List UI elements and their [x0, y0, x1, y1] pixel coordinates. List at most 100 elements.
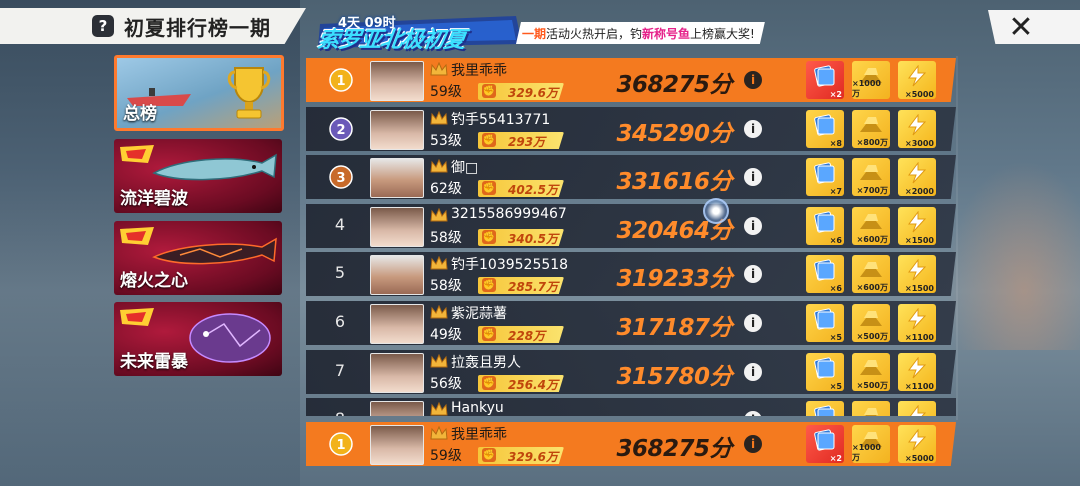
reward-quantity: ×3000 [905, 139, 934, 148]
card-pack-icon [814, 259, 835, 281]
reward-item-gold[interactable]: ×500万 [852, 304, 890, 342]
page-title: 初夏排行榜一期 [124, 15, 271, 40]
player-name: 钓手55413771 [451, 112, 551, 128]
score-value: 368275分 [616, 72, 732, 98]
leaderboard-row[interactable]: 4 3215586999467 58级 ✊ 340.5万 320464分 i ×… [306, 204, 956, 248]
reward-quantity: ×1000万 [852, 79, 881, 98]
avatar[interactable] [370, 61, 424, 101]
close-button[interactable]: ✕ [988, 10, 1080, 44]
card-pack-icon [814, 429, 835, 451]
info-button[interactable]: i [744, 314, 762, 332]
reward-item-energy[interactable]: ×2000 [898, 158, 936, 196]
reward-item-energy[interactable]: ×1500 [898, 255, 936, 293]
reward-item-gold[interactable]: ×1000万 [852, 425, 890, 463]
tab-label: 未来雷暴 [120, 352, 188, 372]
event-name: 索罗亚北极初夏 [315, 28, 467, 53]
lightning-icon [908, 308, 927, 330]
tab-weilai-leibao[interactable]: 未来雷暴 [114, 302, 282, 376]
reward-quantity: ×1000万 [852, 443, 881, 462]
reward-item-card[interactable]: ×2 [806, 425, 844, 463]
card-pack-icon [814, 65, 835, 87]
title-bar: ? 初夏排行榜一期 [0, 8, 306, 44]
reward-item-card[interactable]: ×2 [806, 61, 844, 99]
reward-quantity: ×500万 [856, 332, 888, 341]
avatar[interactable] [370, 353, 424, 393]
tab-label: 熔火之心 [120, 271, 188, 291]
reward-item-card[interactable]: ×6 [806, 207, 844, 245]
reward-item-energy[interactable]: ×5000 [898, 425, 936, 463]
avatar[interactable] [370, 255, 424, 295]
help-button[interactable]: ? [92, 15, 114, 37]
catch-weight: 293万 [508, 135, 546, 149]
crown-icon [430, 111, 448, 125]
crown-icon [430, 305, 448, 319]
lightning-icon [908, 357, 927, 379]
fist-icon: ✊ [482, 327, 496, 341]
crown-icon [430, 208, 448, 222]
score-value: 331616分 [616, 169, 732, 195]
avatar[interactable] [370, 207, 424, 247]
leaderboard-row[interactable]: 3 御□ 62级 ✊ 402.5万 331616分 i ×7 ×700万 ×20… [306, 155, 956, 199]
rank-medal-icon: 1 [329, 432, 353, 456]
reward-item-card[interactable]: ×8 [806, 110, 844, 148]
info-button[interactable]: i [744, 265, 762, 283]
reward-item-card[interactable]: ×7 [806, 158, 844, 196]
catch-weight-badge: ✊ 329.6万 [478, 447, 564, 464]
tab-overall[interactable]: 总榜 [114, 55, 284, 131]
reward-item-gold[interactable]: ×600万 [852, 207, 890, 245]
player-level: 49级 [430, 327, 462, 343]
info-button[interactable]: i [744, 168, 762, 186]
reward-item-energy[interactable]: ×1100 [898, 353, 936, 391]
reward-item-energy[interactable]: ×3000 [898, 110, 936, 148]
reward-item-card[interactable]: ×5 [806, 353, 844, 391]
reward-quantity: ×1500 [905, 284, 934, 293]
reward-item-energy[interactable]: ×1500 [898, 207, 936, 245]
catch-weight: 340.5万 [508, 232, 558, 246]
tab-liuyang-bibo[interactable]: 流洋碧波 [114, 139, 282, 213]
reward-quantity: ×2000 [905, 187, 934, 196]
info-button[interactable]: i [744, 71, 762, 89]
reward-item-card[interactable]: ×5 [806, 304, 844, 342]
player-name: 拉轰且男人 [451, 355, 521, 371]
reward-item-gold[interactable]: ×800万 [852, 110, 890, 148]
fish-icon [152, 237, 277, 265]
catch-weight-badge: ✊ 228万 [478, 326, 564, 343]
leaderboard-row[interactable]: 6 紫泥蒜薯 49级 ✊ 228万 317187分 i ×5 ×500万 ×11… [306, 301, 956, 345]
avatar[interactable] [370, 304, 424, 344]
catch-weight: 329.6万 [508, 86, 558, 100]
fist-icon: ✊ [482, 84, 496, 98]
info-button[interactable]: i [744, 120, 762, 138]
reward-item-gold[interactable]: ×600万 [852, 255, 890, 293]
reward-quantity: ×2 [829, 454, 842, 463]
reward-item-energy[interactable]: ×5000 [898, 61, 936, 99]
leaderboard-row[interactable]: 2 钓手55413771 53级 ✊ 293万 345290分 i ×8 ×80… [306, 107, 956, 151]
avatar[interactable] [370, 110, 424, 150]
reward-item-gold[interactable]: ×700万 [852, 158, 890, 196]
reward-quantity: ×1100 [905, 382, 934, 391]
info-button[interactable]: i [744, 435, 762, 453]
reward-item-energy[interactable]: ×1100 [898, 304, 936, 342]
leaderboard-row[interactable]: 7 拉轰且男人 56级 ✊ 256.4万 315780分 i ×5 ×500万 [306, 350, 956, 394]
card-pack-icon [814, 357, 835, 379]
reward-item-card[interactable]: ×6 [806, 255, 844, 293]
avatar[interactable] [370, 425, 424, 465]
rank-number: 3 [336, 171, 345, 186]
catch-weight-badge: ✊ 402.5万 [478, 180, 564, 197]
reward-quantity: ×5 [829, 382, 842, 391]
leaderboard-row[interactable]: 5 钓手1039525518 58级 ✊ 285.7万 319233分 i ×6… [306, 252, 956, 296]
catch-weight: 228万 [508, 329, 546, 343]
info-button[interactable]: i [744, 363, 762, 381]
reward-item-gold[interactable]: ×500万 [852, 353, 890, 391]
my-rank-row[interactable]: 1 我里乖乖 59级 ✊ 329.6万 368275分 i ×2 ×1000万 [306, 422, 956, 466]
card-pack-icon [814, 162, 835, 184]
gold-bars-icon [860, 360, 882, 375]
leaderboard-row[interactable]: 1 我里乖乖 59级 ✊ 329.6万 368275分 i ×2 ×1000万 [306, 58, 956, 102]
catch-weight-badge: ✊ 285.7万 [478, 277, 564, 294]
leaderboard-row[interactable]: 8 Hankyu ✊ i [306, 398, 956, 416]
score-value: 368275分 [616, 436, 732, 462]
tab-rongguo-zhixin[interactable]: 熔火之心 [114, 221, 282, 295]
player-level: 59级 [430, 448, 462, 464]
avatar[interactable] [370, 158, 424, 198]
reward-item-gold[interactable]: ×1000万 [852, 61, 890, 99]
info-button[interactable]: i [744, 217, 762, 235]
